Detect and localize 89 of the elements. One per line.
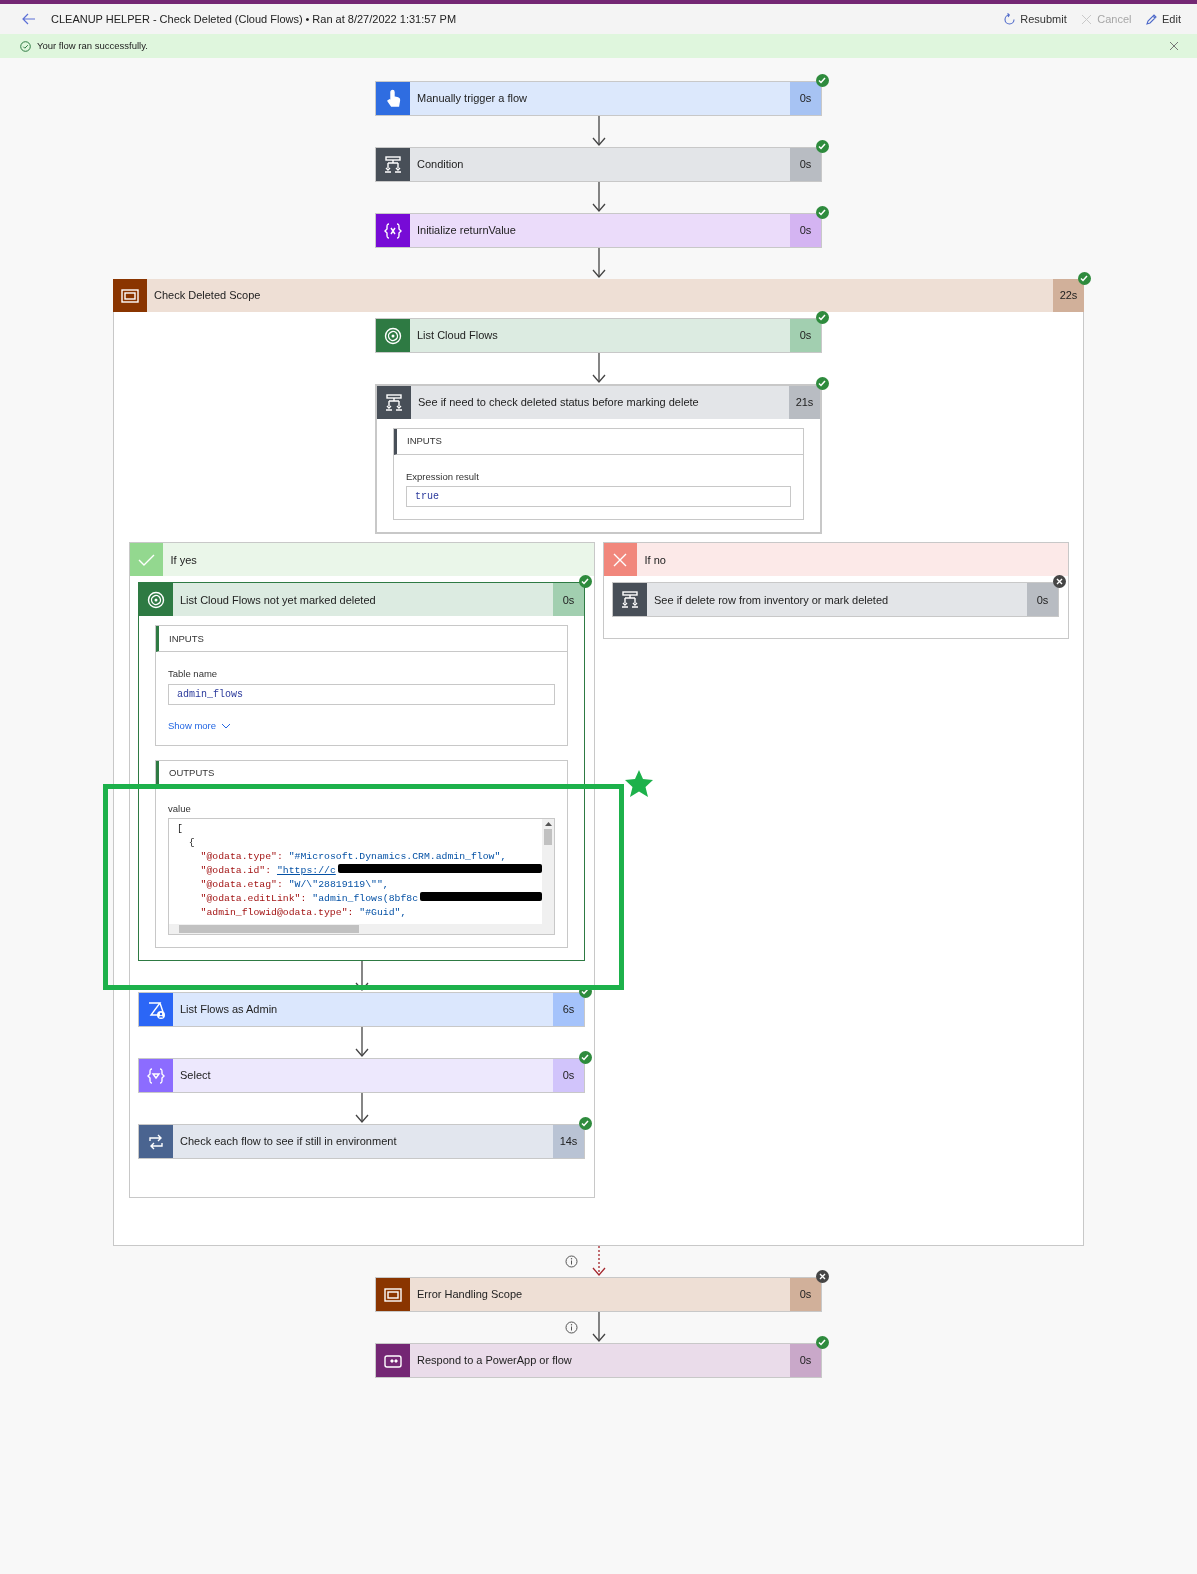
section-heading: OUTPUTS (169, 766, 215, 781)
action-card[interactable]: Initialize returnValue 0s (375, 213, 822, 248)
action-card[interactable]: Condition 0s (375, 147, 822, 182)
duration-label: 0s (553, 583, 584, 617)
select-icon (139, 1059, 173, 1092)
duration-label: 0s (790, 148, 821, 181)
condition-icon (613, 583, 647, 617)
scroll-thumb[interactable] (179, 925, 359, 933)
code-line: "@odata.editLink": "admin_flows(8bf8c (199, 892, 419, 906)
edit-button[interactable]: Edit (1141, 10, 1185, 28)
action-card[interactable]: Check each flow to see if still in environment 14s (138, 1124, 585, 1159)
step-title: List Cloud Flows (416, 328, 499, 344)
code-line: { (187, 836, 195, 850)
action-card[interactable]: Select 0s (138, 1058, 585, 1093)
field-label: value (168, 801, 192, 816)
duration-label: 0s (1027, 583, 1058, 617)
section-heading: INPUTS (407, 434, 442, 449)
duration-label: 14s (553, 1125, 584, 1158)
section-heading: INPUTS (169, 631, 204, 646)
code-line: [ (177, 822, 183, 836)
flow-admin-icon (139, 993, 173, 1026)
variable-icon (376, 214, 410, 247)
step-title: Error Handling Scope (416, 1287, 524, 1303)
action-card[interactable]: See if delete row from inventory or mark deleted 0s (612, 582, 1059, 618)
action-card[interactable]: List Cloud Flows 0s (375, 318, 822, 353)
duration-label: 0s (790, 82, 821, 115)
branch-header[interactable]: If no (603, 543, 1068, 577)
step-title: List Cloud Flows not yet marked deleted (179, 592, 377, 608)
code-line: "@odata.id": "https://c (199, 864, 336, 878)
loop-icon (139, 1125, 173, 1158)
success-icon (20, 40, 31, 52)
step-title: List Flows as Admin (179, 1002, 279, 1018)
field-label: Expression result (406, 470, 480, 484)
action-card[interactable]: Respond to a PowerApp or flow 0s (375, 1343, 822, 1378)
close-icon (1080, 12, 1094, 26)
branch-label: If yes (169, 552, 197, 568)
info-icon[interactable] (564, 1321, 578, 1334)
step-title: Check Deleted Scope (153, 288, 262, 304)
info-icon[interactable] (564, 1255, 578, 1268)
run-info: • Ran at 8/27/2022 1:31:57 PM (305, 11, 458, 27)
flow-title: CLEANUP HELPER - Check Deleted (Cloud Flows) (51, 11, 303, 27)
condition-icon (376, 148, 410, 181)
resubmit-button[interactable]: Resubmit (999, 10, 1071, 28)
branch-header[interactable]: If yes (129, 543, 594, 577)
step-title: See if need to check deleted status before marking delete (417, 395, 700, 411)
duration-label: 0s (553, 1059, 584, 1092)
step-title: Initialize returnValue (416, 223, 517, 239)
duration-label: 21s (789, 386, 820, 419)
code-line: "@odata.etag": "W/\"28819119\"", (199, 878, 389, 892)
duration-label: 22s (1053, 279, 1084, 312)
condition-icon (377, 386, 411, 419)
step-title: Check each flow to see if still in environment (179, 1134, 398, 1150)
dataverse-icon (376, 319, 410, 352)
horizontal-scrollbar[interactable] (169, 924, 554, 934)
duration-label: 0s (790, 214, 821, 247)
duration-label: 6s (553, 993, 584, 1026)
pencil-icon (1145, 12, 1159, 26)
scope-icon (376, 1278, 410, 1311)
action-card[interactable]: Manually trigger a flow 0s (375, 81, 822, 116)
scroll-thumb[interactable] (544, 829, 552, 845)
code-line: "@odata.type": "#Microsoft.Dynamics.CRM.admin_flow", (199, 850, 507, 864)
step-title: Respond to a PowerApp or flow (416, 1353, 573, 1369)
scroll-up-icon[interactable] (544, 821, 552, 826)
step-title: See if delete row from inventory or mark deleted (653, 592, 890, 608)
dataverse-icon (139, 583, 173, 617)
duration-label: 0s (790, 1278, 821, 1311)
action-card[interactable]: See if need to check deleted status before marking delete 21s INPUTS Expression result true (375, 384, 822, 535)
show-more-link[interactable]: Show more (168, 718, 232, 733)
field-label: Table name (168, 667, 219, 682)
field-value: true (406, 486, 791, 508)
branch-label: If no (643, 552, 666, 568)
status-message: Your flow ran successfully. (37, 38, 149, 53)
action-card[interactable]: List Flows as Admin 6s (138, 992, 585, 1027)
duration-label: 0s (790, 1344, 821, 1377)
hand-pointer-icon (376, 82, 410, 115)
action-card[interactable]: Error Handling Scope 0s (375, 1277, 822, 1312)
chevron-icon (221, 722, 232, 729)
duration-label: 0s (790, 319, 821, 352)
refresh-icon (1003, 12, 1017, 26)
step-title: Manually trigger a flow (416, 91, 529, 107)
powerapps-icon (376, 1344, 410, 1377)
step-title: Select (179, 1068, 212, 1084)
step-title: Condition (416, 157, 465, 173)
scope-header[interactable]: Check Deleted Scope 22s (113, 279, 1084, 312)
code-line: "admin_flowid@odata.type": "#Guid", (199, 906, 407, 920)
field-value: admin_flows (168, 683, 555, 705)
vertical-scrollbar[interactable] (542, 819, 554, 924)
star-icon (623, 768, 655, 799)
action-card[interactable] (138, 582, 585, 961)
